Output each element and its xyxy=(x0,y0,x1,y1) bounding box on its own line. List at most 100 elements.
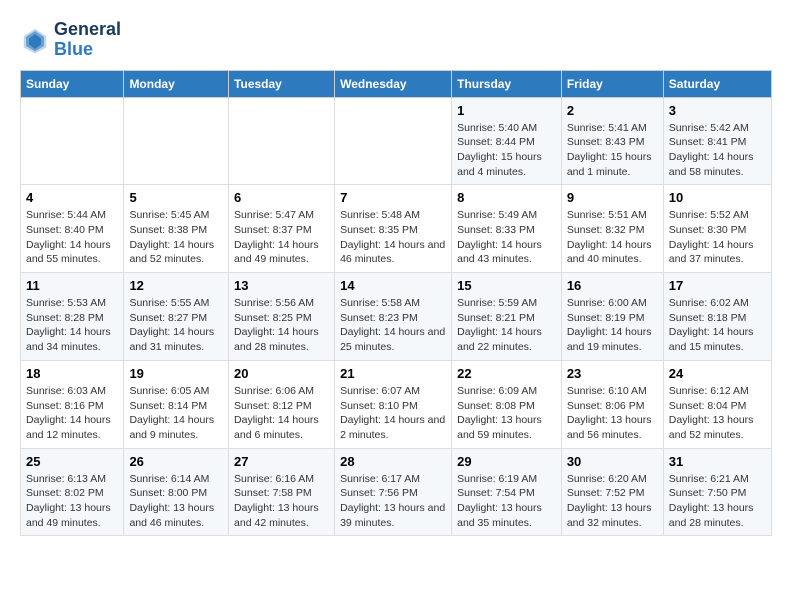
day-cell: 5Sunrise: 5:45 AMSunset: 8:38 PMDaylight… xyxy=(124,185,229,273)
week-row-2: 4Sunrise: 5:44 AMSunset: 8:40 PMDaylight… xyxy=(21,185,772,273)
day-number: 26 xyxy=(129,454,223,469)
day-number: 4 xyxy=(26,190,118,205)
day-detail: Sunrise: 5:49 AMSunset: 8:33 PMDaylight:… xyxy=(457,208,556,267)
day-detail: Sunrise: 6:12 AMSunset: 8:04 PMDaylight:… xyxy=(669,384,766,443)
day-detail: Sunrise: 6:14 AMSunset: 8:00 PMDaylight:… xyxy=(129,472,223,531)
page-header: General Blue xyxy=(20,20,772,60)
week-row-1: 1 Sunrise: 5:40 AMSunset: 8:44 PMDaylight… xyxy=(21,97,772,185)
day-header-saturday: Saturday xyxy=(663,70,771,97)
day-detail: Sunrise: 5:53 AMSunset: 8:28 PMDaylight:… xyxy=(26,296,118,355)
day-cell xyxy=(21,97,124,185)
day-detail: Sunrise: 5:58 AMSunset: 8:23 PMDaylight:… xyxy=(340,296,446,355)
day-number: 6 xyxy=(234,190,329,205)
day-number: 2 xyxy=(567,103,658,118)
day-cell: 24 Sunrise: 6:12 AMSunset: 8:04 PMDayligh… xyxy=(663,360,771,448)
day-detail: Sunrise: 5:42 AMSunset: 8:41 PMDaylight:… xyxy=(669,121,766,180)
day-detail: Sunrise: 5:40 AMSunset: 8:44 PMDaylight:… xyxy=(457,121,556,180)
day-number: 25 xyxy=(26,454,118,469)
day-cell: 20 Sunrise: 6:06 AMSunset: 8:12 PMDayligh… xyxy=(229,360,335,448)
day-cell: 12 Sunrise: 5:55 AMSunset: 8:27 PMDayligh… xyxy=(124,273,229,361)
day-number: 1 xyxy=(457,103,556,118)
day-detail: Sunrise: 6:19 AMSunset: 7:54 PMDaylight:… xyxy=(457,472,556,531)
calendar-table: SundayMondayTuesdayWednesdayThursdayFrid… xyxy=(20,70,772,537)
day-cell xyxy=(229,97,335,185)
day-detail: Sunrise: 5:55 AMSunset: 8:27 PMDaylight:… xyxy=(129,296,223,355)
day-header-thursday: Thursday xyxy=(452,70,562,97)
day-number: 12 xyxy=(129,278,223,293)
day-number: 5 xyxy=(129,190,223,205)
logo-text: General Blue xyxy=(54,20,121,60)
day-detail: Sunrise: 6:21 AMSunset: 7:50 PMDaylight:… xyxy=(669,472,766,531)
day-detail: Sunrise: 6:02 AMSunset: 8:18 PMDaylight:… xyxy=(669,296,766,355)
day-detail: Sunrise: 6:09 AMSunset: 8:08 PMDaylight:… xyxy=(457,384,556,443)
week-row-5: 25 Sunrise: 6:13 AMSunset: 8:02 PMDayligh… xyxy=(21,448,772,536)
day-number: 7 xyxy=(340,190,446,205)
day-number: 16 xyxy=(567,278,658,293)
day-number: 27 xyxy=(234,454,329,469)
day-detail: Sunrise: 6:05 AMSunset: 8:14 PMDaylight:… xyxy=(129,384,223,443)
day-detail: Sunrise: 6:06 AMSunset: 8:12 PMDaylight:… xyxy=(234,384,329,443)
day-cell: 4Sunrise: 5:44 AMSunset: 8:40 PMDaylight… xyxy=(21,185,124,273)
day-number: 8 xyxy=(457,190,556,205)
day-cell: 10Sunrise: 5:52 AMSunset: 8:30 PMDayligh… xyxy=(663,185,771,273)
day-detail: Sunrise: 5:47 AMSunset: 8:37 PMDaylight:… xyxy=(234,208,329,267)
day-header-sunday: Sunday xyxy=(21,70,124,97)
day-number: 23 xyxy=(567,366,658,381)
day-cell: 26 Sunrise: 6:14 AMSunset: 8:00 PMDayligh… xyxy=(124,448,229,536)
day-cell: 14 Sunrise: 5:58 AMSunset: 8:23 PMDayligh… xyxy=(335,273,452,361)
day-cell: 27 Sunrise: 6:16 AMSunset: 7:58 PMDayligh… xyxy=(229,448,335,536)
day-detail: Sunrise: 6:16 AMSunset: 7:58 PMDaylight:… xyxy=(234,472,329,531)
day-number: 13 xyxy=(234,278,329,293)
header-row: SundayMondayTuesdayWednesdayThursdayFrid… xyxy=(21,70,772,97)
day-cell: 7 Sunrise: 5:48 AMSunset: 8:35 PMDaylight… xyxy=(335,185,452,273)
day-cell: 30 Sunrise: 6:20 AMSunset: 7:52 PMDayligh… xyxy=(561,448,663,536)
day-number: 28 xyxy=(340,454,446,469)
day-number: 22 xyxy=(457,366,556,381)
day-cell: 28Sunrise: 6:17 AMSunset: 7:56 PMDayligh… xyxy=(335,448,452,536)
day-cell: 3 Sunrise: 5:42 AMSunset: 8:41 PMDaylight… xyxy=(663,97,771,185)
day-detail: Sunrise: 6:20 AMSunset: 7:52 PMDaylight:… xyxy=(567,472,658,531)
day-detail: Sunrise: 6:00 AMSunset: 8:19 PMDaylight:… xyxy=(567,296,658,355)
day-number: 30 xyxy=(567,454,658,469)
logo: General Blue xyxy=(20,20,121,60)
day-number: 15 xyxy=(457,278,556,293)
day-detail: Sunrise: 6:13 AMSunset: 8:02 PMDaylight:… xyxy=(26,472,118,531)
day-header-friday: Friday xyxy=(561,70,663,97)
day-number: 24 xyxy=(669,366,766,381)
day-cell: 23 Sunrise: 6:10 AMSunset: 8:06 PMDayligh… xyxy=(561,360,663,448)
day-number: 19 xyxy=(129,366,223,381)
day-cell: 29 Sunrise: 6:19 AMSunset: 7:54 PMDayligh… xyxy=(452,448,562,536)
day-number: 3 xyxy=(669,103,766,118)
day-detail: Sunrise: 5:41 AMSunset: 8:43 PMDaylight:… xyxy=(567,121,658,180)
day-number: 11 xyxy=(26,278,118,293)
day-number: 31 xyxy=(669,454,766,469)
day-cell: 18Sunrise: 6:03 AMSunset: 8:16 PMDayligh… xyxy=(21,360,124,448)
day-cell: 6 Sunrise: 5:47 AMSunset: 8:37 PMDaylight… xyxy=(229,185,335,273)
day-number: 18 xyxy=(26,366,118,381)
day-number: 20 xyxy=(234,366,329,381)
day-header-monday: Monday xyxy=(124,70,229,97)
day-detail: Sunrise: 5:51 AMSunset: 8:32 PMDaylight:… xyxy=(567,208,658,267)
day-cell: 19 Sunrise: 6:05 AMSunset: 8:14 PMDayligh… xyxy=(124,360,229,448)
day-cell: 25 Sunrise: 6:13 AMSunset: 8:02 PMDayligh… xyxy=(21,448,124,536)
day-cell xyxy=(124,97,229,185)
day-cell: 1 Sunrise: 5:40 AMSunset: 8:44 PMDaylight… xyxy=(452,97,562,185)
logo-icon xyxy=(20,25,50,55)
day-detail: Sunrise: 6:10 AMSunset: 8:06 PMDaylight:… xyxy=(567,384,658,443)
day-number: 9 xyxy=(567,190,658,205)
day-number: 17 xyxy=(669,278,766,293)
day-cell: 16 Sunrise: 6:00 AMSunset: 8:19 PMDayligh… xyxy=(561,273,663,361)
day-cell: 13 Sunrise: 5:56 AMSunset: 8:25 PMDayligh… xyxy=(229,273,335,361)
day-cell: 15Sunrise: 5:59 AMSunset: 8:21 PMDayligh… xyxy=(452,273,562,361)
day-detail: Sunrise: 5:56 AMSunset: 8:25 PMDaylight:… xyxy=(234,296,329,355)
week-row-3: 11 Sunrise: 5:53 AMSunset: 8:28 PMDayligh… xyxy=(21,273,772,361)
day-number: 14 xyxy=(340,278,446,293)
day-cell: 11 Sunrise: 5:53 AMSunset: 8:28 PMDayligh… xyxy=(21,273,124,361)
day-number: 29 xyxy=(457,454,556,469)
day-cell xyxy=(335,97,452,185)
day-cell: 9 Sunrise: 5:51 AMSunset: 8:32 PMDaylight… xyxy=(561,185,663,273)
week-row-4: 18Sunrise: 6:03 AMSunset: 8:16 PMDayligh… xyxy=(21,360,772,448)
day-cell: 8 Sunrise: 5:49 AMSunset: 8:33 PMDaylight… xyxy=(452,185,562,273)
day-detail: Sunrise: 5:48 AMSunset: 8:35 PMDaylight:… xyxy=(340,208,446,267)
day-cell: 22 Sunrise: 6:09 AMSunset: 8:08 PMDayligh… xyxy=(452,360,562,448)
